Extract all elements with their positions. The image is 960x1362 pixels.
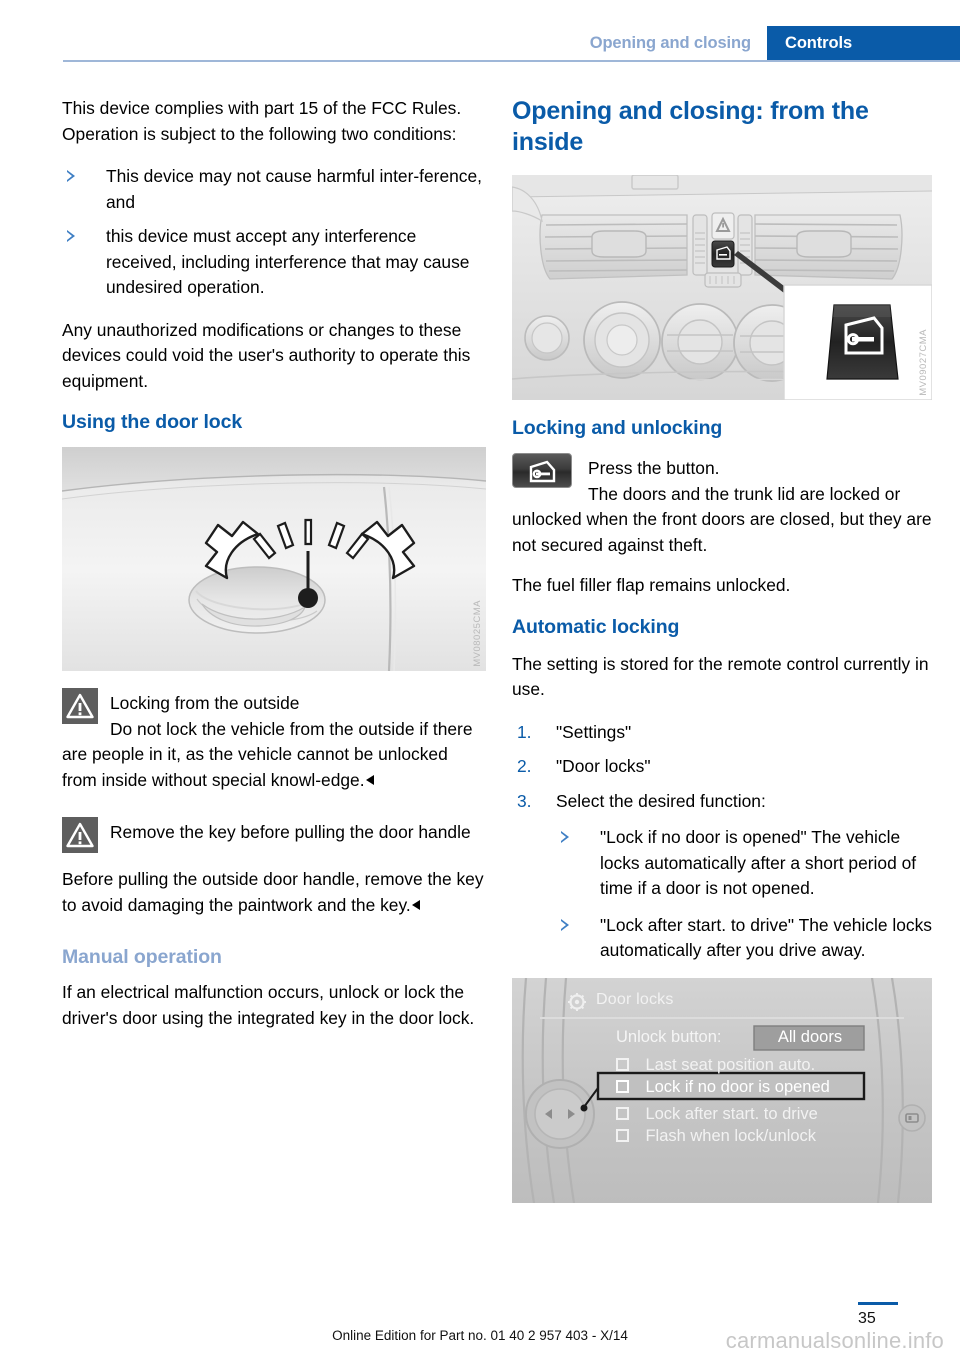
dashboard-drawing	[512, 175, 932, 400]
figure-dashboard-console: MV09027CMA	[512, 175, 932, 400]
unauthorized-modifications-paragraph: Any unauthorized modifications or change…	[62, 319, 471, 391]
left-column: This device complies with part 15 of the…	[62, 96, 486, 1048]
step3-options-list: "Lock if no door is opened" The vehicle …	[556, 825, 932, 964]
checkbox-icon[interactable]	[616, 1057, 629, 1071]
warning-body: Before pulling the outside door handle, …	[62, 869, 484, 915]
unlock-button-value[interactable]: All doors	[762, 1028, 858, 1047]
warning-header: Locking from the outside Do not lock the…	[62, 688, 486, 793]
list-item-label: This device may not cause harmful inter-…	[106, 166, 482, 212]
checkbox-icon[interactable]	[616, 1128, 629, 1142]
warning-body-wrap: Before pulling the outside door handle, …	[62, 867, 486, 918]
section-heading-locking-and-unlocking: Locking and unlocking	[512, 417, 723, 439]
door-handle-illustration	[62, 447, 486, 671]
idrive-option-row[interactable]: Flash when lock/unlock	[616, 1127, 816, 1146]
unlock-button-label: Unlock button:	[616, 1027, 722, 1046]
step-label: "Door locks"	[556, 756, 651, 776]
list-item: 2. "Door locks"	[512, 754, 932, 780]
figure-reference-code: MV09027CMA	[918, 329, 929, 396]
fcc-compliance-paragraph: This device complies with part 15 of the…	[62, 98, 462, 144]
section-heading-using-the-door-lock: Using the door lock	[62, 411, 243, 433]
warning-body: Do not lock the vehicle from the outside…	[62, 718, 473, 790]
warning-triangle-icon	[62, 817, 98, 853]
triangle-bullet-icon	[561, 831, 569, 843]
list-item-label: "Lock if no door is opened" The vehicle …	[600, 827, 917, 898]
triangle-bullet-icon	[67, 230, 75, 242]
breadcrumb-chapter-tab[interactable]: Controls	[767, 26, 960, 60]
header-divider	[63, 60, 960, 62]
settings-gear-icon	[568, 992, 586, 1011]
list-item-label: "Lock after start. to drive" The vehicle…	[600, 914, 932, 961]
page-number: 35	[858, 1310, 876, 1327]
warning-remove-key: Remove the key before pulling the door h…	[62, 817, 486, 918]
end-of-warning-arrow-icon	[411, 899, 420, 910]
warning-title: Remove the key before pulling the door h…	[110, 822, 471, 842]
door-lock-button-inset	[826, 304, 899, 380]
triangle-bullet-icon	[67, 170, 75, 182]
section-heading-automatic-locking: Automatic locking	[512, 615, 680, 638]
list-item: "Lock if no door is opened" The vehicle …	[556, 825, 932, 902]
idrive-option-row[interactable]: Lock after start. to drive	[616, 1105, 818, 1124]
automatic-locking-steps: 1. "Settings" 2. "Door locks" 3. Select …	[512, 720, 932, 964]
figure-idrive-door-locks-menu: Door locks Unlock button: All doors Last…	[512, 977, 932, 1203]
figure-door-handle: MV08025CMA	[62, 447, 486, 671]
fuel-flap-paragraph: The fuel filler flap remains unlocked.	[512, 575, 791, 595]
manual-operation-paragraph: If an electrical malfunction occurs, unl…	[62, 982, 475, 1028]
step-number: 2.	[517, 756, 532, 776]
dashboard-illustration	[512, 175, 932, 400]
end-of-warning-arrow-icon	[365, 774, 374, 785]
idrive-option-label: Lock if no door is opened	[645, 1077, 830, 1096]
page-title: Opening and closing: from the inside	[512, 97, 869, 156]
idrive-option-row[interactable]: Last seat position auto.	[616, 1056, 815, 1075]
step-label: "Settings"	[556, 721, 632, 742]
watermark-text: carmanualsonline.info	[725, 1328, 944, 1353]
right-column: Opening and closing: from the inside MV0…	[512, 96, 932, 1220]
checkbox-icon[interactable]	[616, 1079, 629, 1093]
automatic-locking-intro: The setting is stored for the remote con…	[512, 653, 929, 700]
idrive-option-label: Lock after start. to drive	[645, 1104, 818, 1123]
fcc-conditions-list: This device may not cause harmful inter-…	[62, 164, 486, 301]
checkbox-icon[interactable]	[616, 1106, 629, 1120]
section-heading-manual-operation: Manual operation	[62, 946, 222, 968]
idrive-option-label: Flash when lock/unlock	[645, 1126, 817, 1145]
triangle-bullet-icon	[561, 918, 569, 931]
list-item: "Lock after start. to drive" The vehicle…	[556, 913, 932, 964]
breadcrumb-section-tab[interactable]: Opening and closing	[579, 26, 767, 60]
press-the-button-row: Press the button. The doors and the trun…	[512, 453, 932, 558]
page-header: Opening and closing Controls	[0, 0, 960, 62]
list-item-label: this device must accept any interference…	[106, 226, 470, 297]
step-number: 1.	[517, 721, 532, 742]
list-item: 1. "Settings"	[512, 720, 932, 746]
list-item: this device must accept any interference…	[62, 224, 486, 301]
list-item: 3. Select the desired function: "Lock if…	[512, 789, 932, 964]
idrive-menu-title: Door locks	[596, 990, 674, 1008]
warning-locking-from-outside: Locking from the outside Do not lock the…	[62, 688, 486, 793]
page-number-rule	[858, 1302, 898, 1305]
idrive-screen: Door locks Unlock button: All doors Last…	[512, 977, 932, 1203]
warning-triangle-icon	[62, 688, 98, 724]
step-number: 3.	[517, 790, 532, 811]
figure-reference-code: MV08025CMA	[472, 600, 483, 667]
step-label: Select the desired function:	[556, 790, 766, 811]
locking-description: The doors and the trunk lid are locked o…	[512, 483, 932, 555]
idrive-option-label: Last seat position auto.	[645, 1055, 816, 1074]
press-the-button-label: Press the button.	[588, 458, 720, 478]
idrive-option-row-selected[interactable]: Lock if no door is opened	[616, 1078, 830, 1097]
warning-title: Locking from the outside	[110, 693, 300, 713]
door-lock-button-icon	[512, 453, 572, 488]
door-handle-drawing	[62, 447, 486, 671]
header-breadcrumb-tabs: Opening and closing Controls	[579, 26, 960, 60]
list-item: This device may not cause harmful inter-…	[62, 164, 486, 215]
warning-header: Remove the key before pulling the door h…	[62, 817, 486, 853]
